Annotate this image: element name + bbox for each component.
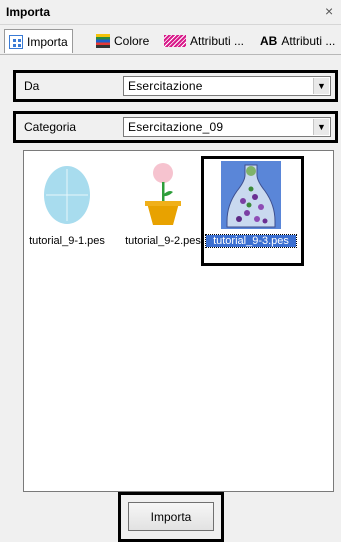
tab-label: Attributi ... bbox=[190, 34, 245, 48]
tab-strip: Importa Colore Attributi ... AB Attribut… bbox=[0, 26, 341, 55]
tab-attributi-text[interactable]: AB Attributi ... bbox=[256, 30, 339, 52]
title-bar: Importa × bbox=[0, 0, 341, 25]
file-name: tutorial_9-2.pes bbox=[125, 235, 201, 247]
source-select[interactable]: Esercitazione ▼ bbox=[123, 76, 331, 96]
import-button-frame: Importa bbox=[118, 492, 224, 542]
tab-label: Attributi ... bbox=[281, 34, 336, 48]
oval-design-thumbnail bbox=[44, 166, 90, 224]
window-title: Importa bbox=[6, 5, 51, 19]
tab-importa[interactable]: Importa bbox=[4, 29, 73, 53]
source-value: Esercitazione bbox=[128, 79, 203, 93]
file-name: tutorial_9-1.pes bbox=[29, 235, 105, 247]
chevron-down-icon[interactable]: ▼ bbox=[313, 78, 329, 94]
chevron-down-icon[interactable]: ▼ bbox=[313, 119, 329, 135]
category-select[interactable]: Esercitazione_09 ▼ bbox=[123, 117, 331, 137]
selection-highlight bbox=[201, 156, 304, 266]
tab-label: Importa bbox=[27, 34, 68, 49]
color-icon bbox=[96, 34, 110, 48]
flower-pot-design-thumbnail bbox=[145, 163, 181, 225]
tab-label: Colore bbox=[114, 34, 150, 48]
source-label: Da bbox=[24, 79, 40, 93]
category-value: Esercitazione_09 bbox=[128, 120, 224, 134]
import-button[interactable]: Importa bbox=[128, 502, 214, 531]
category-label: Categoria bbox=[24, 120, 77, 134]
category-row: Categoria Esercitazione_09 ▼ bbox=[13, 111, 338, 143]
close-icon[interactable]: × bbox=[325, 3, 337, 19]
text-attributes-icon: AB bbox=[260, 34, 278, 48]
import-icon bbox=[9, 34, 23, 49]
source-row: Da Esercitazione ▼ bbox=[13, 70, 338, 102]
thread-icon bbox=[164, 35, 186, 47]
tab-colore[interactable]: Colore bbox=[92, 30, 153, 52]
tab-attributi-thread[interactable]: Attributi ... bbox=[160, 30, 248, 52]
